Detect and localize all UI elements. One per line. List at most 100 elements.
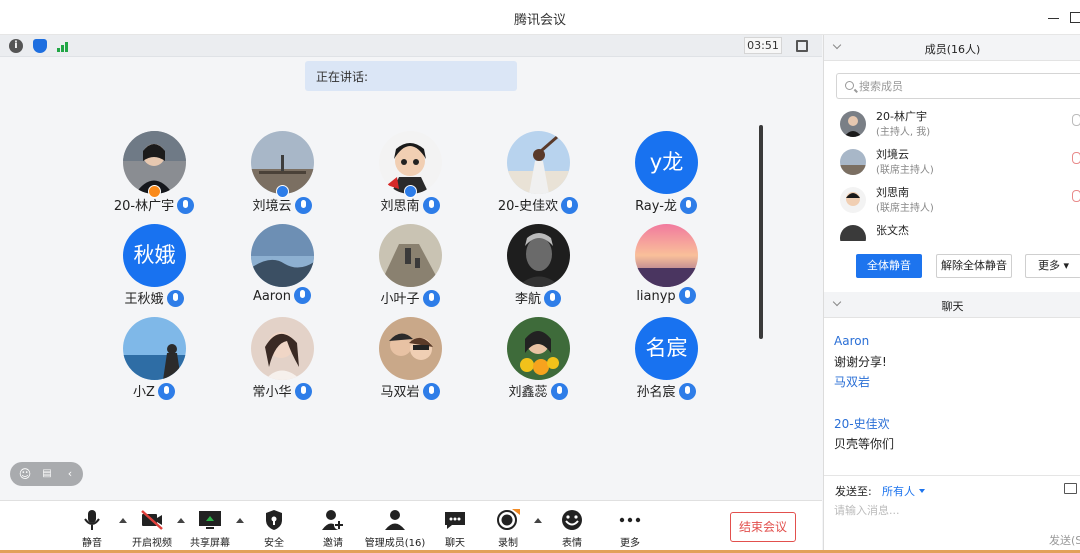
chevron-left-icon[interactable]: ‹ bbox=[63, 467, 77, 481]
microphone-muted-icon[interactable] bbox=[1072, 190, 1080, 202]
participant-tile[interactable]: 秋娥 王秋娥 bbox=[90, 224, 218, 314]
message-sender[interactable]: 马双岩 bbox=[834, 373, 870, 390]
side-panel: 成员(16人) 20-林广宇 (主持人, 我) 刘境云 (联席主持人) 刘思南 … bbox=[823, 35, 1080, 553]
end-meeting-button[interactable]: 结束会议 bbox=[730, 512, 796, 542]
participant-name: 20-史佳欢 bbox=[497, 199, 559, 214]
participant-tile[interactable]: 马双岩 bbox=[346, 317, 474, 407]
participant-tile[interactable]: 刘境云 bbox=[218, 131, 346, 221]
member-row[interactable]: 20-林广宇 (主持人, 我) bbox=[840, 108, 1080, 144]
mic-icon bbox=[561, 197, 579, 214]
record-options-caret[interactable] bbox=[534, 518, 542, 523]
participant-tile[interactable]: lianyp bbox=[602, 224, 730, 314]
participant-tile[interactable]: 李航 bbox=[474, 224, 602, 314]
message-sender[interactable]: 20-史佳欢 bbox=[834, 415, 890, 432]
record-button[interactable]: 录制 bbox=[478, 509, 538, 549]
microphone-muted-icon[interactable] bbox=[1072, 152, 1080, 164]
member-name: 刘思南 bbox=[876, 186, 909, 199]
mic-icon bbox=[679, 197, 697, 214]
participant-tile[interactable]: Aaron bbox=[218, 224, 346, 314]
more-button[interactable]: 更多 bbox=[600, 509, 660, 549]
start-video-button[interactable]: 开启视频 bbox=[122, 509, 182, 549]
share-options-caret[interactable] bbox=[236, 518, 244, 523]
meeting-timer: 03:51 bbox=[744, 37, 782, 54]
emoji-button[interactable]: 表情 bbox=[542, 509, 602, 549]
avatar bbox=[507, 131, 570, 194]
member-row[interactable]: 刘境云 (联席主持人) bbox=[840, 146, 1080, 182]
smile-icon bbox=[560, 509, 584, 531]
participant-name: lianyp bbox=[636, 289, 676, 304]
manage-members-button[interactable]: 管理成员(16) bbox=[360, 509, 430, 549]
mute-button[interactable]: 静音 bbox=[62, 509, 122, 549]
fullscreen-icon[interactable] bbox=[796, 40, 808, 52]
members-icon bbox=[383, 509, 407, 531]
member-search[interactable] bbox=[836, 73, 1080, 99]
invite-button[interactable]: 邀请 bbox=[303, 509, 363, 549]
unmute-all-button[interactable]: 解除全体静音 bbox=[936, 254, 1012, 278]
microphone-icon[interactable] bbox=[1072, 114, 1080, 126]
mic-icon bbox=[294, 383, 312, 400]
participant-tile[interactable]: 名宸 孙名宸 bbox=[602, 317, 730, 407]
chat-input[interactable] bbox=[834, 502, 1074, 522]
image-icon[interactable] bbox=[1064, 483, 1077, 494]
info-icon[interactable]: i bbox=[9, 39, 23, 53]
participant-name: 李航 bbox=[514, 292, 541, 307]
mic-icon bbox=[294, 197, 312, 214]
participant-tile[interactable]: 20-林广宇 bbox=[90, 131, 218, 221]
participant-name: 刘鑫蕊 bbox=[508, 385, 548, 400]
shield-icon[interactable] bbox=[33, 39, 47, 53]
chat-button[interactable]: 聊天 bbox=[425, 509, 485, 549]
participant-tile[interactable]: 常小华 bbox=[218, 317, 346, 407]
signal-icon[interactable] bbox=[57, 40, 71, 52]
security-button[interactable]: 安全 bbox=[244, 509, 304, 549]
maximize-button[interactable] bbox=[1068, 9, 1080, 25]
mute-all-button[interactable]: 全体静音 bbox=[856, 254, 922, 278]
message-sender[interactable]: Aaron bbox=[834, 334, 869, 348]
meeting-info-strip: i 03:51 bbox=[0, 35, 822, 57]
mic-icon bbox=[294, 287, 312, 304]
screen-share-icon bbox=[198, 509, 222, 531]
minimize-button[interactable] bbox=[1046, 9, 1062, 25]
chat-compose: 发送至: 所有人 发送(S bbox=[824, 475, 1080, 553]
participant-tile[interactable]: 刘思南 bbox=[346, 131, 474, 221]
mic-icon bbox=[166, 290, 184, 307]
record-icon bbox=[496, 509, 520, 531]
gallery-scrollbar[interactable] bbox=[759, 125, 763, 339]
message-icon[interactable]: ▤ bbox=[40, 467, 54, 481]
participant-tile[interactable]: 小Z bbox=[90, 317, 218, 407]
chat-header[interactable]: 聊天 bbox=[824, 292, 1080, 318]
chat-icon bbox=[443, 509, 467, 531]
smile-icon[interactable]: ☺ bbox=[18, 467, 32, 481]
video-area: i 03:51 正在讲话: 20-林广宇 刘境云 刘思南 20-史佳欢 y龙 R… bbox=[0, 35, 822, 500]
more-dots-icon bbox=[618, 509, 642, 531]
share-screen-button[interactable]: 共享屏幕 bbox=[180, 509, 240, 549]
participant-tile[interactable]: y龙 Ray-龙 bbox=[602, 131, 730, 221]
mic-icon bbox=[678, 383, 696, 400]
member-row[interactable]: 张文杰 bbox=[840, 222, 1080, 241]
member-row[interactable]: 刘思南 (联席主持人) bbox=[840, 184, 1080, 220]
avatar: 名宸 bbox=[635, 317, 698, 380]
members-more-button[interactable]: 更多 ▾ bbox=[1025, 254, 1080, 278]
meeting-toolbar: 静音 开启视频 共享屏幕 安全 邀请 管理成员(16) 聊天 录制 表情 更多 … bbox=[0, 500, 822, 553]
participant-tile[interactable]: 刘鑫蕊 bbox=[474, 317, 602, 407]
participant-name: 马双岩 bbox=[380, 385, 420, 400]
title-bar: 腾讯会议 bbox=[0, 0, 1080, 35]
avatar bbox=[507, 317, 570, 380]
mic-icon bbox=[422, 383, 440, 400]
microphone-icon bbox=[80, 509, 104, 531]
participant-tile[interactable]: 20-史佳欢 bbox=[474, 131, 602, 221]
search-input[interactable] bbox=[859, 77, 1059, 95]
avatar bbox=[379, 317, 442, 380]
send-to-select[interactable]: 所有人 bbox=[882, 483, 925, 499]
member-name: 张文杰 bbox=[876, 224, 909, 237]
send-button[interactable]: 发送(S bbox=[1049, 532, 1080, 548]
participant-name: 小叶子 bbox=[380, 292, 420, 307]
members-header[interactable]: 成员(16人) bbox=[824, 35, 1080, 61]
avatar bbox=[251, 317, 314, 380]
member-name: 20-林广宇 bbox=[876, 110, 927, 123]
participant-tile[interactable]: 小叶子 bbox=[346, 224, 474, 314]
avatar bbox=[379, 224, 442, 287]
message-text: 谢谢分享! bbox=[834, 355, 887, 369]
participant-name: 小Z bbox=[133, 385, 155, 400]
avatar bbox=[840, 187, 866, 213]
member-role: (联席主持人) bbox=[876, 165, 934, 176]
